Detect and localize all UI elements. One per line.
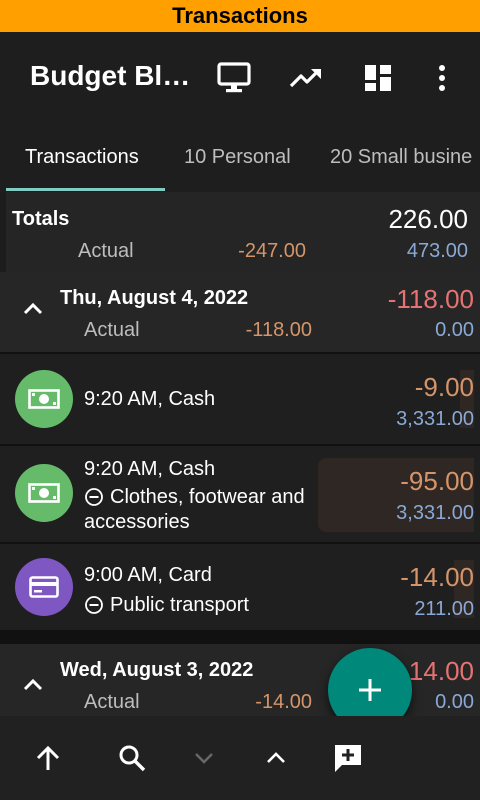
- day-actual-label: Actual: [84, 691, 140, 713]
- transaction-balance: 211.00: [414, 598, 474, 620]
- section-divider: [0, 630, 480, 644]
- search-icon[interactable]: [112, 738, 152, 778]
- dashboard-icon[interactable]: [358, 58, 398, 98]
- remove-circle-icon: [84, 487, 104, 512]
- transaction-category: Public transport: [110, 594, 249, 616]
- bottom-toolbar: [0, 716, 480, 800]
- totals-value: 226.00: [388, 204, 468, 234]
- transaction-amount: -9.00: [414, 372, 474, 402]
- totals-summary[interactable]: Totals 226.00 Actual -247.00 473.00: [6, 192, 480, 272]
- transaction-balance: 3,331.00: [396, 502, 474, 524]
- totals-actual-label: Actual: [78, 240, 134, 262]
- day-date: Wed, August 3, 2022: [60, 659, 254, 681]
- cash-icon: [15, 370, 73, 428]
- transaction-time-account: 9:20 AM, Cash: [84, 388, 216, 410]
- remove-circle-icon: [84, 595, 104, 620]
- transaction-time-account: 9:20 AM, Cash: [84, 458, 216, 480]
- day-total: -118.00: [387, 284, 474, 314]
- tab-personal[interactable]: 10 Personal: [184, 146, 291, 169]
- cash-icon: [15, 464, 73, 522]
- add-comment-icon[interactable]: [328, 738, 368, 778]
- transaction-time-account: 9:00 AM, Card: [84, 564, 212, 586]
- transaction-amount: -14.00: [400, 562, 474, 592]
- day-actual-balance: 0.00: [435, 319, 474, 341]
- day-date: Thu, August 4, 2022: [60, 287, 249, 309]
- tab-indicator: [6, 188, 165, 191]
- totals-label: Totals: [12, 208, 70, 230]
- collapse-chevron-icon[interactable]: [22, 298, 44, 325]
- monitor-icon[interactable]: [214, 58, 254, 98]
- collapse-chevron-icon[interactable]: [22, 674, 44, 701]
- arrow-up-icon[interactable]: [28, 738, 68, 778]
- card-icon: [15, 558, 73, 616]
- more-vert-icon[interactable]: [422, 58, 462, 98]
- day-actual-label: Actual: [84, 319, 140, 341]
- screen-title-banner: Transactions: [0, 0, 480, 32]
- totals-actual-value: -247.00: [238, 240, 306, 262]
- day-actual-value: -14.00: [255, 691, 312, 713]
- transaction-category-cont: accessories: [84, 511, 190, 533]
- trending-up-icon[interactable]: [286, 58, 326, 98]
- transaction-balance: 3,331.00: [396, 408, 474, 430]
- app-title: Budget Bl…: [30, 60, 191, 91]
- day-actual-value: -118.00: [245, 319, 312, 341]
- day-actual-balance: 0.00: [435, 691, 474, 713]
- transaction-category: Clothes, footwear and: [110, 486, 305, 508]
- plus-icon: [359, 679, 381, 701]
- app-bar: Budget Bl…: [0, 32, 480, 128]
- transaction-amount: -95.00: [400, 466, 474, 496]
- transaction-row[interactable]: 9:00 AM, Card Public transport -14.00 21…: [0, 542, 480, 632]
- tab-transactions[interactable]: Transactions: [25, 146, 139, 169]
- tab-bar: Transactions 10 Personal 20 Small busine: [0, 128, 480, 192]
- day-header[interactable]: Thu, August 4, 2022 -118.00 Actual -118.…: [0, 272, 480, 352]
- chevron-up-icon[interactable]: [256, 738, 296, 778]
- chevron-down-icon[interactable]: [184, 738, 224, 778]
- totals-actual-balance: 473.00: [406, 240, 468, 262]
- transaction-row[interactable]: 9:20 AM, Cash -9.00 3,331.00: [0, 352, 480, 444]
- tab-small-business[interactable]: 20 Small busine: [330, 146, 472, 169]
- transaction-row[interactable]: 9:20 AM, Cash Clothes, footwear and acce…: [0, 444, 480, 542]
